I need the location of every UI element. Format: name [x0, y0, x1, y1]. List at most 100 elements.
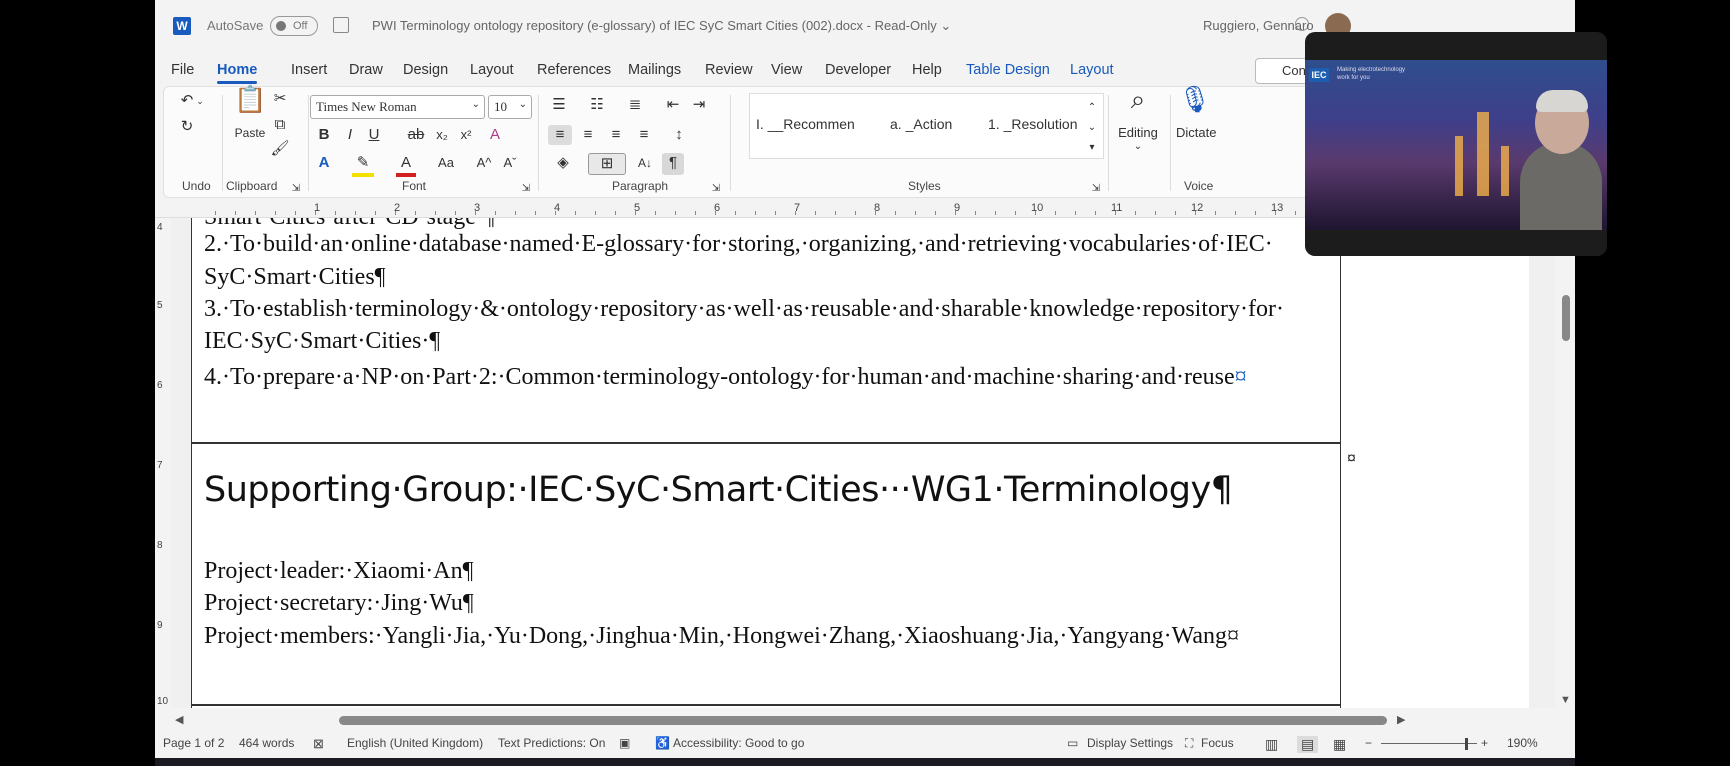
- vertical-scroll-thumb[interactable]: [1562, 295, 1570, 341]
- style-action[interactable]: a. _Action: [890, 116, 952, 132]
- redo-icon[interactable]: ↻: [176, 117, 198, 137]
- print-layout-icon[interactable]: ▤: [1297, 736, 1319, 753]
- tab-help[interactable]: Help: [912, 62, 942, 78]
- styles-more-icon[interactable]: ▾: [1084, 138, 1100, 158]
- italic-icon[interactable]: I: [340, 125, 360, 145]
- find-icon[interactable]: ⌕: [1120, 86, 1156, 112]
- tab-home[interactable]: Home: [217, 62, 258, 84]
- superscript-icon[interactable]: x²: [456, 125, 476, 145]
- tab-view[interactable]: View: [771, 62, 802, 78]
- tab-table-design[interactable]: Table Design: [966, 62, 1050, 78]
- zoom-in-icon[interactable]: +: [1481, 736, 1488, 750]
- font-color-icon[interactable]: A: [396, 153, 416, 177]
- tab-table-layout[interactable]: Layout: [1070, 62, 1114, 78]
- zoom-slider[interactable]: [1381, 743, 1477, 744]
- styles-scroll-up-icon[interactable]: ⌃: [1084, 98, 1100, 118]
- word-count[interactable]: 464 words: [239, 736, 294, 750]
- proofing-icon[interactable]: ⊠: [313, 736, 324, 752]
- align-center-icon[interactable]: ≡: [576, 125, 600, 145]
- cut-icon[interactable]: ✂: [270, 89, 290, 109]
- borders-icon[interactable]: ⊞: [588, 153, 626, 175]
- clipboard-launcher-icon[interactable]: ⇲: [290, 179, 302, 199]
- paste-label[interactable]: Paste: [228, 123, 272, 143]
- page-count[interactable]: Page 1 of 2: [163, 736, 224, 750]
- scroll-left-icon[interactable]: ◀: [175, 713, 183, 726]
- tab-mailings[interactable]: Mailings: [628, 62, 681, 78]
- strikethrough-icon[interactable]: ab: [404, 125, 428, 145]
- accessibility-status[interactable]: Accessibility: Good to go: [673, 736, 804, 750]
- user-name[interactable]: Ruggiero, Gennaro: [1203, 18, 1314, 33]
- web-layout-icon[interactable]: ▦: [1333, 736, 1346, 753]
- zoom-slider-handle[interactable]: [1465, 738, 1468, 750]
- font-size-select[interactable]: 10 ⌄: [488, 95, 532, 119]
- highlight-icon[interactable]: ✎: [352, 153, 374, 177]
- microphone-icon[interactable]: 🎙: [1178, 86, 1211, 112]
- tab-draw[interactable]: Draw: [349, 62, 383, 78]
- undo-dropdown-icon[interactable]: ⌄: [194, 91, 206, 111]
- styles-launcher-icon[interactable]: ⇲: [1090, 179, 1102, 199]
- read-mode-icon[interactable]: ▥: [1265, 736, 1278, 753]
- style-recommendation[interactable]: I. __Recommen: [756, 116, 855, 132]
- tab-review[interactable]: Review: [705, 62, 753, 78]
- ruler-tick: [515, 211, 516, 215]
- clear-formatting-icon[interactable]: A: [484, 125, 506, 145]
- display-settings[interactable]: Display Settings: [1087, 736, 1173, 750]
- line-spacing-icon[interactable]: ↕: [664, 125, 694, 145]
- horizontal-scroll-thumb[interactable]: [339, 716, 1387, 725]
- focus-icon[interactable]: ⛶: [1185, 736, 1193, 751]
- show-formatting-icon[interactable]: ¶: [662, 153, 684, 175]
- vertical-scrollbar[interactable]: ▼: [1555, 218, 1575, 708]
- tab-layout[interactable]: Layout: [470, 62, 514, 78]
- tab-file[interactable]: File: [171, 62, 194, 78]
- text-effects-icon[interactable]: A: [314, 153, 334, 173]
- shrink-font-icon[interactable]: Aˇ: [500, 153, 520, 173]
- document-page[interactable]: Smart·Cities·after·CD·stage·¶ 2.·To·buil…: [191, 218, 1529, 708]
- bold-icon[interactable]: B: [314, 125, 334, 145]
- scroll-down-icon[interactable]: ▼: [1560, 694, 1571, 706]
- paste-icon[interactable]: 📋: [234, 86, 266, 123]
- display-settings-icon[interactable]: ▭: [1067, 736, 1078, 750]
- document-title[interactable]: PWI Terminology ontology repository (e-g…: [372, 18, 951, 34]
- document-area[interactable]: Smart·Cities·after·CD·stage·¶ 2.·To·buil…: [171, 218, 1555, 708]
- tab-design[interactable]: Design: [403, 62, 448, 78]
- text-predictions[interactable]: Text Predictions: On: [498, 736, 605, 750]
- underline-icon[interactable]: U: [364, 125, 384, 145]
- format-painter-icon[interactable]: 🖌: [270, 139, 290, 159]
- zoom-out-icon[interactable]: −: [1365, 736, 1372, 750]
- justify-icon[interactable]: ≡: [632, 125, 656, 145]
- grow-font-icon[interactable]: A^: [474, 153, 494, 173]
- font-name-select[interactable]: Times New Roman ⌄: [310, 95, 485, 119]
- multilevel-list-icon[interactable]: ≣: [620, 95, 650, 115]
- zoom-level[interactable]: 190%: [1507, 736, 1538, 750]
- horizontal-scrollbar[interactable]: ◀ ▶: [171, 708, 1555, 730]
- accessibility-icon[interactable]: ♿: [655, 736, 670, 750]
- macro-icon[interactable]: ▣: [619, 736, 630, 750]
- align-left-icon[interactable]: ≡: [548, 125, 572, 145]
- language[interactable]: English (United Kingdom): [347, 736, 483, 750]
- editing-dropdown-icon[interactable]: ⌄: [1122, 137, 1154, 157]
- style-resolution[interactable]: 1. _Resolution: [988, 116, 1078, 132]
- save-icon[interactable]: [333, 17, 349, 33]
- copy-icon[interactable]: ⧉: [270, 115, 290, 135]
- styles-scroll-down-icon[interactable]: ⌄: [1084, 118, 1100, 138]
- decrease-indent-icon[interactable]: ⇤: [662, 95, 684, 115]
- dictate-button[interactable]: Dictate: [1176, 123, 1216, 143]
- shading-icon[interactable]: ◈: [548, 153, 578, 173]
- paragraph-launcher-icon[interactable]: ⇲: [710, 179, 722, 199]
- focus-mode[interactable]: Focus: [1201, 736, 1234, 750]
- change-case-icon[interactable]: Aa: [432, 153, 460, 173]
- vertical-ruler[interactable]: 4 5 6 7 8 9 10: [155, 218, 169, 708]
- align-right-icon[interactable]: ≡: [604, 125, 628, 145]
- tab-references[interactable]: References: [537, 62, 611, 78]
- sort-icon[interactable]: A↓: [634, 153, 656, 173]
- increase-indent-icon[interactable]: ⇥: [688, 95, 710, 115]
- bullets-icon[interactable]: ☰: [544, 95, 574, 115]
- tab-insert[interactable]: Insert: [291, 62, 327, 78]
- tab-developer[interactable]: Developer: [825, 62, 891, 78]
- font-launcher-icon[interactable]: ⇲: [520, 179, 532, 199]
- video-call-overlay[interactable]: IEC Making electrotechnology work for yo…: [1305, 32, 1607, 256]
- scroll-right-icon[interactable]: ▶: [1397, 713, 1405, 726]
- autosave-toggle[interactable]: Off: [270, 16, 318, 36]
- subscript-icon[interactable]: x₂: [432, 125, 452, 145]
- numbering-icon[interactable]: ☷: [582, 95, 612, 115]
